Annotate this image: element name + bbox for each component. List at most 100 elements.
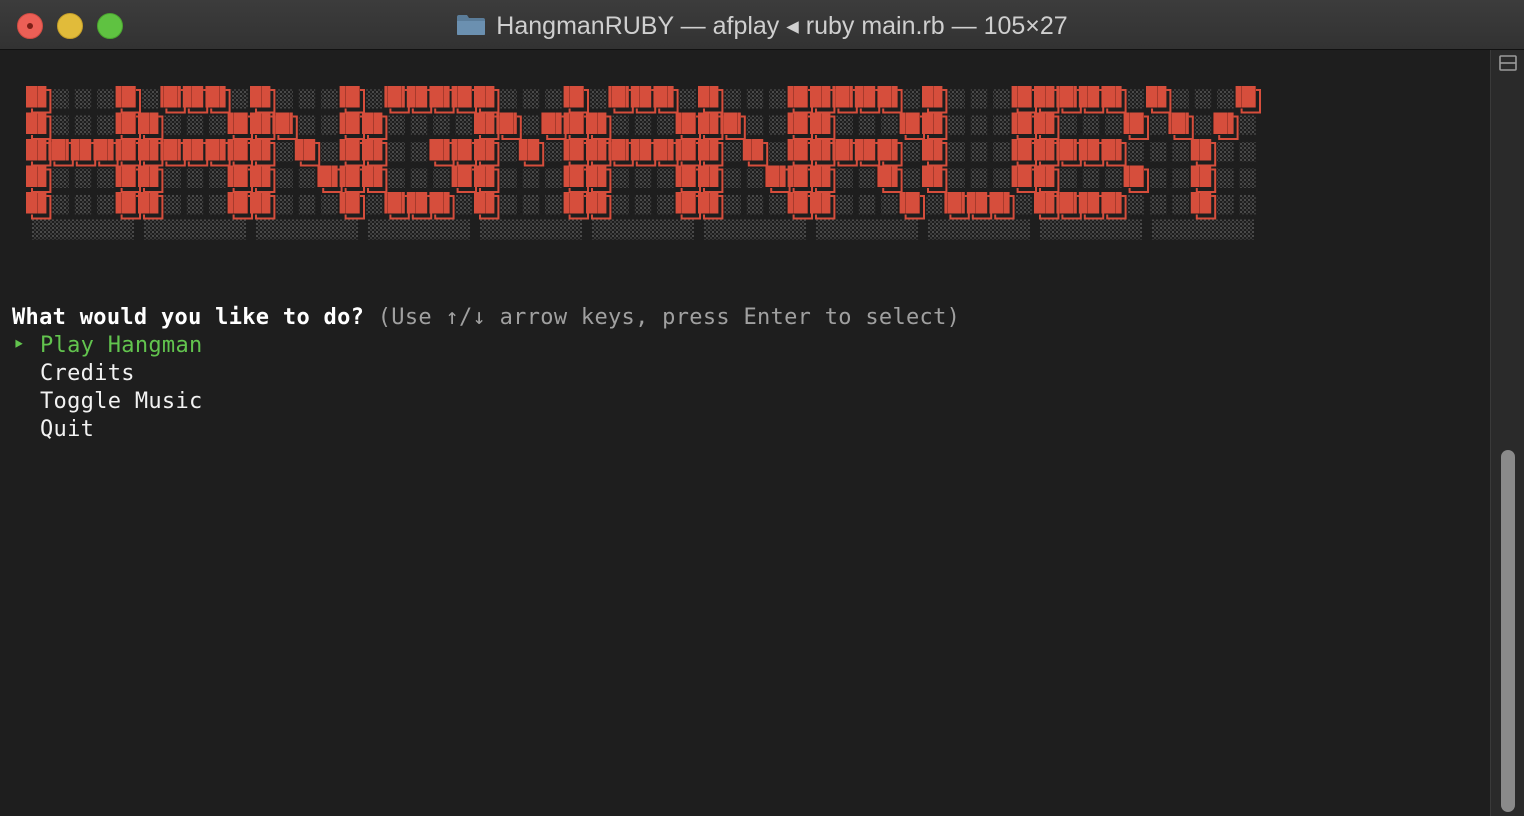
banner-block [675,112,696,134]
banner-block [1190,192,1212,214]
banner-block [1123,112,1144,134]
folder-icon [456,14,486,36]
banner-shade [657,115,674,135]
banner-shade [209,195,226,215]
banner-shade [298,89,316,109]
banner-block [406,192,428,214]
banner-shade [612,115,629,135]
banner-block [698,192,719,214]
scrollbar-thumb[interactable] [1501,450,1515,812]
banner-shade [410,142,428,162]
banner-shade [612,168,629,188]
banner-block [115,192,136,214]
banner-shade [545,142,562,162]
banner-shade [545,168,562,188]
banner-shade [724,195,741,215]
vertical-scrollbar[interactable] [1490,50,1524,816]
banner-shade [142,89,159,109]
banner-shade [948,115,965,135]
banner-block [698,112,719,134]
banner-block [384,86,405,108]
banner-shade [74,195,92,215]
banner-block [1056,86,1077,108]
banner-block [563,112,584,134]
banner-shade [1217,168,1234,188]
banner-block [48,139,69,161]
banner-shade [1105,168,1122,188]
banner-block [563,192,584,214]
banner-shade [231,89,248,109]
banner-block [563,86,584,108]
banner-shade [1194,89,1212,109]
title-bar[interactable]: HangmanRUBY — afplay ◂ ruby main.rb — 10… [0,0,1524,50]
banner-block [451,139,472,161]
banner-block [698,86,719,108]
banner-block [115,86,136,108]
banner-shade [970,142,988,162]
banner-shade [970,115,988,135]
banner-block [429,86,450,108]
banner-block [362,112,383,134]
banner-shade [298,195,316,215]
banner-shade [634,168,652,188]
banner-shade [1217,195,1234,215]
banner-block [227,112,248,134]
menu-item-credits[interactable]: Credits [12,360,135,388]
banner-shade [948,142,965,162]
banner-shade [388,115,405,135]
banner-block [877,165,898,187]
banner-shade [186,115,204,135]
banner-block [720,112,741,134]
banner-shade [1150,142,1167,162]
banner-block [26,112,47,134]
banner-shade [52,168,69,188]
banner-block [272,112,293,134]
banner-shade [993,89,1010,109]
banner-block [205,86,226,108]
banner-shade [52,89,69,109]
banner-shade [858,115,876,135]
window-title: HangmanRUBY — afplay ◂ ruby main.rb — 10… [496,12,1068,40]
banner-shade [97,168,114,188]
banner-shade [522,195,540,215]
banner-shade [746,89,764,109]
banner-shade [500,142,517,162]
banner-block [922,165,943,187]
banner-shade [657,168,674,188]
banner-block [653,139,674,161]
menu-item-toggle-music[interactable]: Toggle Music [12,388,203,416]
menu-item-label: Quit [40,417,95,442]
banner-block [854,86,876,108]
banner-shade [500,195,517,215]
banner-block [429,192,450,214]
banner-block [138,192,159,214]
banner-shade [321,142,338,162]
terminal-content[interactable]: What would you like to do? (Use ↑/↓ arro… [0,50,1490,816]
banner-shade [970,168,988,188]
banner-shade [1060,115,1077,135]
banner-shade [1150,168,1167,188]
banner-block [1034,192,1055,214]
banner-shade [52,195,69,215]
split-pane-icon[interactable] [1497,52,1519,74]
ascii-banner [26,86,1261,240]
banner-block [339,192,360,214]
banner-shade [74,168,92,188]
banner-block [1056,192,1077,214]
banner-shade [1172,168,1189,188]
banner-block [227,192,248,214]
banner-shade [836,168,853,188]
menu-item-quit[interactable]: Quit [12,416,94,444]
menu-item-label: Credits [40,361,135,386]
banner-block [630,86,652,108]
banner-block [362,165,383,187]
banner-shade [480,219,582,240]
banner-shade [32,219,134,240]
banner-shade [590,89,607,109]
banner-block [496,112,517,134]
banner-shade [1150,115,1167,135]
menu-item-play-hangman[interactable]: ‣ Play Hangman [12,332,203,360]
banner-shade [1239,142,1256,162]
banner-shade [298,168,316,188]
banner-shade [993,168,1010,188]
